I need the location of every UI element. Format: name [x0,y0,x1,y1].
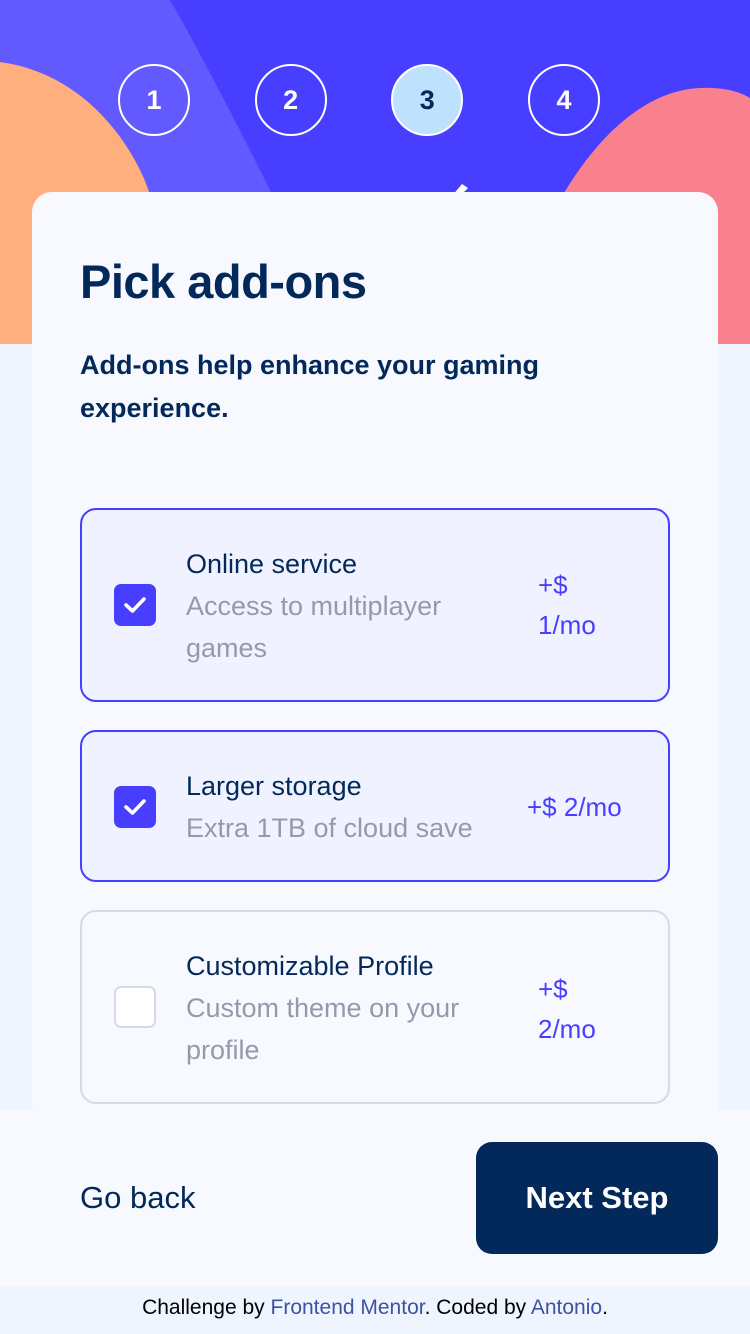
addon-name: Customizable Profile [186,951,434,981]
addon-description: Extra 1TB of cloud save [186,813,473,843]
addon-text: Customizable Profile Custom theme on you… [186,945,516,1071]
go-back-button[interactable]: Go back [80,1180,195,1216]
addon-larger-storage[interactable]: Larger storage Extra 1TB of cloud save +… [80,730,670,882]
attribution: Challenge by Frontend Mentor. Coded by A… [0,1296,750,1320]
addon-checkbox[interactable] [114,584,156,626]
page-description: Add-ons help enhance your gaming experie… [80,350,540,423]
addon-checkbox[interactable] [114,986,156,1028]
addon-price: +$ 1/mo [538,570,596,640]
addon-checkbox[interactable] [114,786,156,828]
addon-name: Online service [186,549,358,579]
addon-text: Online service Access to multiplayer gam… [186,543,516,669]
addon-price: +$ 2/mo [538,974,596,1044]
step-1: 1 [118,64,190,136]
addon-description: Custom theme on your profile [186,993,460,1065]
step-3-active: 3 [391,64,464,136]
attribution-prefix: Challenge by [142,1296,271,1319]
addon-customizable-profile[interactable]: Customizable Profile Custom theme on you… [80,910,670,1104]
checkmark-icon [124,597,146,613]
addon-text: Larger storage Extra 1TB of cloud save [186,765,526,849]
footer-bar: Go back Next Step [0,1110,750,1286]
page-title: Pick add-ons [80,255,367,308]
frontend-mentor-link[interactable]: Frontend Mentor [271,1296,425,1319]
attribution-middle: . Coded by [424,1296,531,1319]
addon-online-service[interactable]: Online service Access to multiplayer gam… [80,508,670,702]
attribution-suffix: . [602,1296,608,1319]
addon-price: +$ 2/mo [527,792,622,822]
addon-name: Larger storage [186,771,362,801]
addon-description: Access to multiplayer games [186,591,442,663]
step-2: 2 [254,64,327,136]
next-step-button[interactable]: Next Step [476,1142,718,1254]
step-indicator: 1 2 3 4 [118,64,600,136]
page: 1 2 3 4 Pick add-ons Add-ons help enhanc… [0,0,750,1334]
author-link[interactable]: Antonio [531,1296,602,1319]
step-4: 4 [527,64,600,136]
checkmark-icon [124,799,146,815]
addons-card: Pick add-ons Add-ons help enhance your g… [32,192,718,1122]
